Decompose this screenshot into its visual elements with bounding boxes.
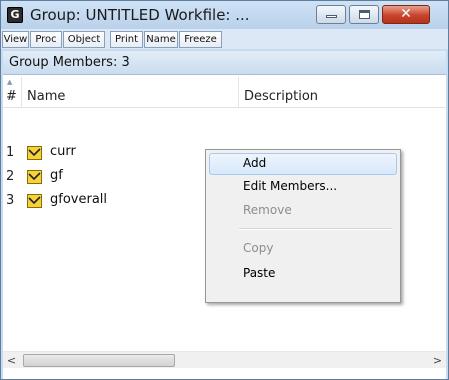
series-icon bbox=[27, 146, 42, 160]
close-button[interactable]: ✕ bbox=[382, 5, 430, 24]
group-members-header: Group Members: 3 bbox=[3, 51, 446, 75]
row-number: 3 bbox=[6, 193, 15, 208]
menu-item-paste[interactable]: Paste bbox=[209, 263, 397, 285]
column-header-number[interactable]: # bbox=[6, 89, 17, 104]
close-icon: ✕ bbox=[400, 6, 412, 22]
series-name: gfoverall bbox=[50, 192, 108, 207]
menu-item-copy[interactable]: Copy bbox=[209, 238, 397, 260]
menu-item-add[interactable]: Add bbox=[209, 153, 397, 175]
scroll-left-icon[interactable]: < bbox=[3, 352, 20, 369]
menu-separator bbox=[239, 228, 392, 230]
group-window: G Group: UNTITLED Workfile: ... ✕ View P… bbox=[0, 0, 449, 380]
proc-button[interactable]: Proc bbox=[30, 31, 62, 48]
column-header-name[interactable]: Name bbox=[27, 89, 65, 104]
context-menu: Add Edit Members... Remove Copy Paste bbox=[205, 149, 401, 303]
series-name: curr bbox=[50, 144, 76, 159]
object-button[interactable]: Object bbox=[63, 31, 105, 48]
maximize-button[interactable] bbox=[349, 5, 379, 24]
row-number: 1 bbox=[6, 145, 15, 160]
row-number: 2 bbox=[6, 169, 15, 184]
window-title: Group: UNTITLED Workfile: ... bbox=[30, 6, 250, 24]
series-icon bbox=[27, 170, 42, 184]
bottom-margin bbox=[3, 368, 446, 379]
menu-item-remove[interactable]: Remove bbox=[209, 200, 397, 222]
column-header-description[interactable]: Description bbox=[244, 89, 318, 104]
series-icon bbox=[27, 194, 42, 208]
group-app-icon: G bbox=[7, 7, 23, 23]
group-members-label: Group Members: 3 bbox=[9, 55, 130, 70]
column-divider[interactable] bbox=[21, 77, 22, 107]
column-divider[interactable] bbox=[238, 77, 239, 107]
minimize-icon bbox=[326, 15, 337, 18]
title-bar[interactable]: G Group: UNTITLED Workfile: ... ✕ bbox=[1, 1, 448, 29]
series-name: gf bbox=[50, 168, 63, 183]
sort-up-icon: ▲ bbox=[7, 78, 13, 86]
freeze-button[interactable]: Freeze bbox=[179, 31, 222, 48]
horizontal-scrollbar[interactable]: < > bbox=[3, 351, 446, 369]
column-header: ▲ # Name Description bbox=[3, 75, 446, 108]
toolbar: View Proc Object Print Name Freeze bbox=[1, 29, 448, 49]
name-button[interactable]: Name bbox=[144, 31, 178, 48]
scroll-right-icon[interactable]: > bbox=[429, 352, 446, 369]
minimize-button[interactable] bbox=[316, 5, 346, 24]
menu-item-edit-members[interactable]: Edit Members... bbox=[209, 176, 397, 198]
view-button[interactable]: View bbox=[2, 31, 29, 48]
print-button[interactable]: Print bbox=[110, 31, 143, 48]
maximize-icon bbox=[359, 10, 370, 19]
scrollbar-thumb[interactable] bbox=[23, 354, 175, 367]
